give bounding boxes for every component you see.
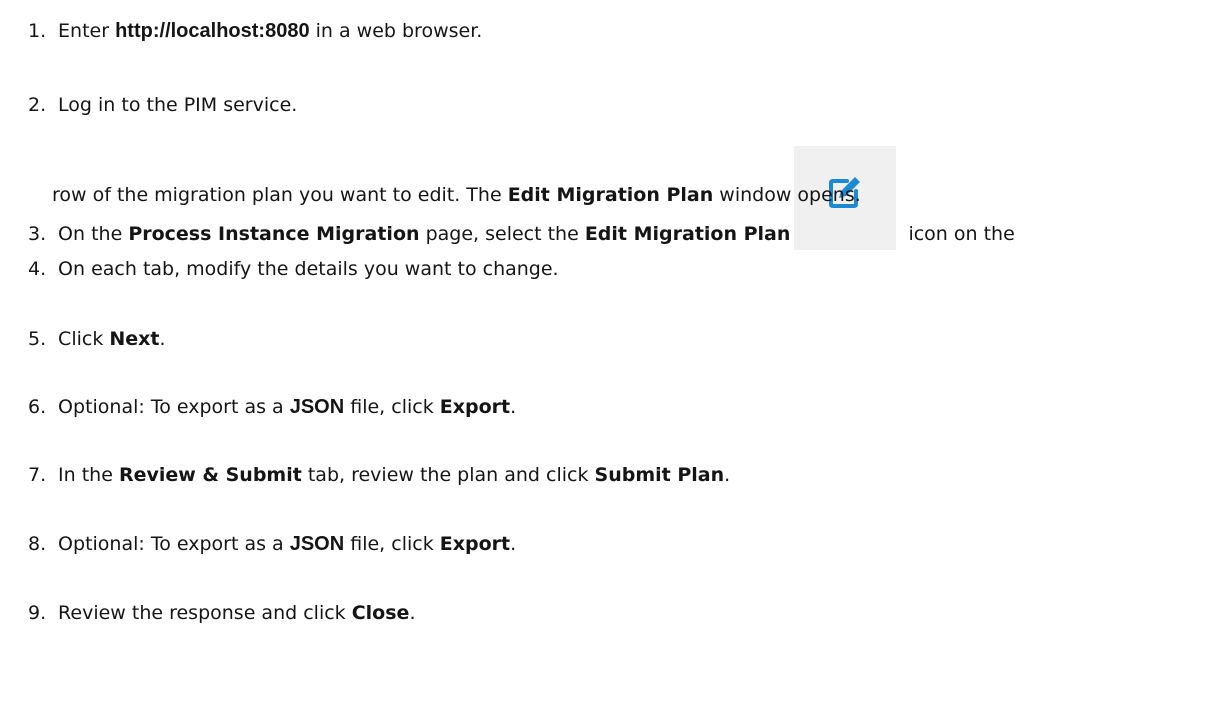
close-label: Close — [351, 602, 410, 624]
format-name: JSON — [289, 396, 345, 418]
step-text: Review the response and click — [58, 602, 352, 624]
step-number: 5. — [28, 328, 47, 350]
step-2: 2. Log in to the PIM service. — [28, 90, 297, 121]
step-text: Log in to the PIM service. — [58, 94, 298, 116]
step-7: 7. In the Review & Submit tab, review th… — [28, 460, 730, 491]
step-number: 7. — [28, 464, 47, 486]
step-number: 1. — [28, 20, 47, 42]
step-text: . — [510, 396, 517, 418]
step-6: 6. Optional: To export as a JSON file, c… — [28, 392, 516, 423]
step-text: . — [510, 533, 517, 555]
step-text: Optional: To export as a — [58, 396, 290, 418]
step-3-continuation: row of the migration plan you want to ed… — [52, 180, 861, 211]
step-text: . — [724, 464, 731, 486]
step-9: 9. Review the response and click Close. — [28, 598, 415, 629]
step-text: in a web browser. — [309, 20, 483, 42]
tab-name: Review & Submit — [118, 464, 302, 486]
export-label: Export — [439, 396, 511, 418]
icon-name: Edit Migration Plan — [584, 223, 791, 245]
step-text: file, click — [344, 396, 440, 418]
step-text: Click — [58, 328, 110, 350]
step-number: 9. — [28, 602, 47, 624]
step-8: 8. Optional: To export as a JSON file, c… — [28, 529, 516, 560]
step-text: . — [159, 328, 166, 350]
step-number: 6. — [28, 396, 47, 418]
export-label: Export — [439, 533, 511, 555]
step-number: 3. — [28, 223, 47, 245]
step-text: row of the migration plan you want to ed… — [52, 184, 508, 206]
step-number: 2. — [28, 94, 47, 116]
step-text: window opens. — [713, 184, 861, 206]
step-text: In the — [58, 464, 119, 486]
step-number: 4. — [28, 258, 47, 280]
step-text: On the — [58, 223, 129, 245]
format-name: JSON — [289, 533, 345, 555]
step-text: icon on the — [902, 223, 1015, 245]
step-text: On each tab, modify the details you want… — [58, 258, 559, 280]
step-4: 4. On each tab, modify the details you w… — [28, 254, 559, 285]
step-text: page, select the — [419, 223, 585, 245]
window-name: Edit Migration Plan — [507, 184, 714, 206]
step-text: Enter — [58, 20, 116, 42]
submit-plan-label: Submit Plan — [594, 464, 725, 486]
step-1: 1. Enter http://localhost:8080 in a web … — [28, 16, 482, 47]
step-5: 5. Click Next. — [28, 324, 166, 355]
step-text: . — [409, 602, 416, 624]
next-label: Next — [109, 328, 160, 350]
step-number: 8. — [28, 533, 47, 555]
url-text: http://localhost:8080 — [115, 20, 310, 42]
page-name: Process Instance Migration — [128, 223, 420, 245]
step-text: Optional: To export as a — [58, 533, 290, 555]
step-text: tab, review the plan and click — [301, 464, 595, 486]
step-text: file, click — [344, 533, 440, 555]
